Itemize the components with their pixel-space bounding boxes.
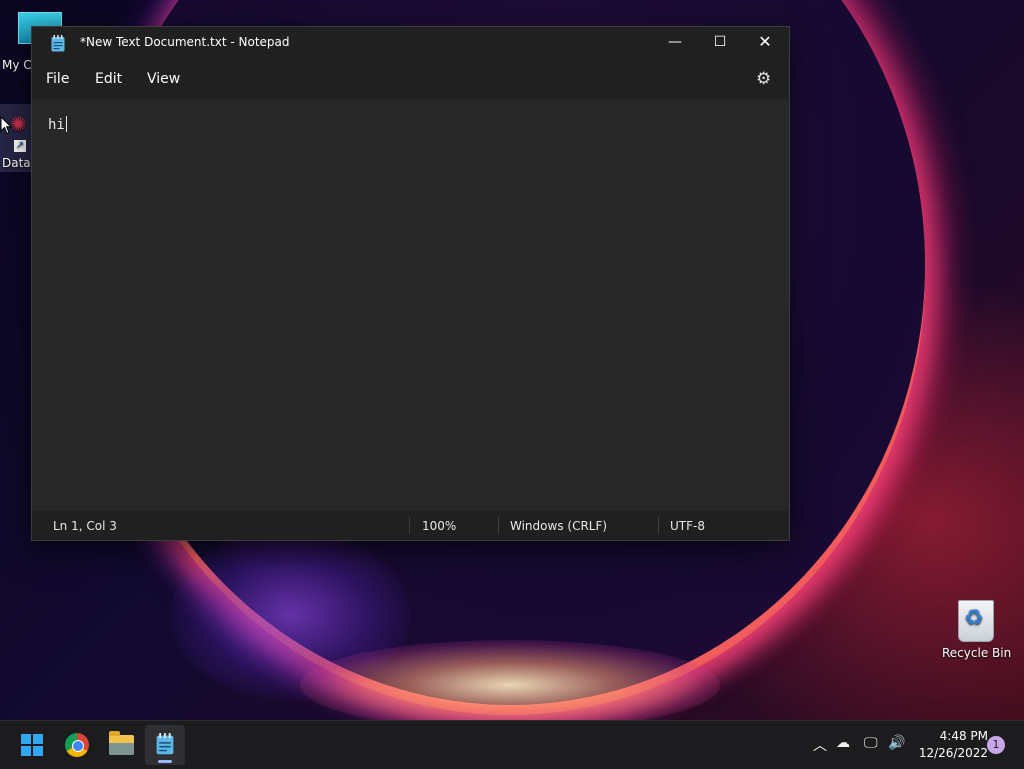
status-encoding[interactable]: UTF-8 [670, 519, 705, 533]
recycle-symbol-icon: ♻ [964, 606, 984, 631]
clock-time: 4:48 PM [939, 729, 988, 743]
shortcut-arrow-icon: ↗ [14, 140, 26, 152]
text-editor-area[interactable]: hi [32, 99, 789, 511]
menu-file[interactable]: File [46, 71, 69, 87]
window-title: *New Text Document.txt - Notepad [80, 35, 290, 49]
active-app-indicator [158, 760, 172, 763]
taskbar-chrome[interactable] [57, 725, 97, 765]
menu-view[interactable]: View [147, 71, 180, 87]
windows-logo-icon [21, 734, 43, 756]
status-separator [658, 517, 659, 534]
text-caret [65, 116, 67, 132]
editor-text: hi [48, 117, 65, 133]
clock-date: 12/26/2022 [918, 746, 988, 760]
notification-badge[interactable]: 1 [987, 736, 1005, 754]
maximize-button[interactable]: ☐ [697, 27, 743, 59]
menu-bar: File Edit View ⚙ [32, 59, 789, 99]
dataw-app-icon: ✺ [10, 112, 27, 136]
title-bar[interactable]: *New Text Document.txt - Notepad — ☐ ✕ [32, 27, 789, 59]
notepad-app-icon [51, 35, 65, 52]
status-separator [409, 517, 410, 534]
taskbar: ︿ ☁ 🖵 🔊 4:48 PM 12/26/2022 1 [0, 720, 1024, 769]
gear-icon[interactable]: ⚙ [756, 69, 771, 89]
file-explorer-icon [109, 731, 134, 755]
editor-text-line[interactable]: hi [48, 116, 67, 133]
volume-icon[interactable]: 🔊 [888, 735, 905, 751]
status-cursor-position: Ln 1, Col 3 [53, 519, 117, 533]
taskbar-file-explorer[interactable] [101, 725, 141, 765]
minimize-button[interactable]: — [652, 27, 698, 59]
notepad-icon [156, 733, 174, 755]
taskbar-notepad[interactable] [145, 725, 185, 765]
onedrive-offline-icon[interactable]: ☁ [836, 735, 850, 751]
notepad-window[interactable]: *New Text Document.txt - Notepad — ☐ ✕ F… [31, 26, 790, 541]
mouse-cursor-icon [0, 116, 12, 135]
chevron-up-icon[interactable]: ︿ [813, 735, 827, 755]
close-button[interactable]: ✕ [742, 27, 788, 59]
status-line-ending[interactable]: Windows (CRLF) [510, 519, 607, 533]
menu-edit[interactable]: Edit [95, 71, 122, 87]
clock[interactable]: 4:48 PM 12/26/2022 [912, 728, 988, 762]
start-button[interactable] [12, 725, 52, 765]
network-icon[interactable]: 🖵 [864, 735, 878, 751]
status-zoom[interactable]: 100% [422, 519, 456, 533]
status-bar: Ln 1, Col 3 100% Windows (CRLF) UTF-8 [32, 511, 789, 540]
chrome-icon [65, 733, 89, 757]
status-separator [498, 517, 499, 534]
wallpaper-glow-bottom [300, 640, 720, 720]
desktop-icon-label: Recycle Bin [942, 646, 1012, 660]
